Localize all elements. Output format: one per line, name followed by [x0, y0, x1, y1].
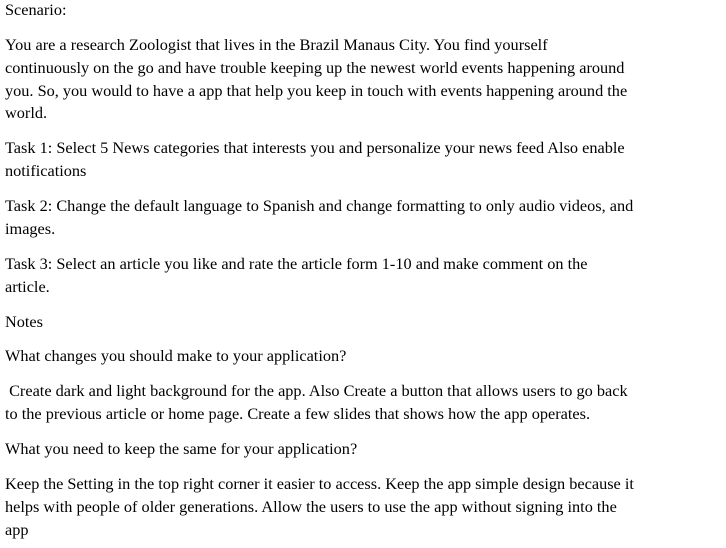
task1-line-2: notifications — [5, 161, 87, 180]
answer-keep-line-2: helps with people of older generations. … — [5, 497, 617, 516]
notes-label: Notes — [5, 312, 43, 331]
answer-changes-line-1: Create dark and light background for the… — [5, 381, 628, 400]
task3-line-2: article. — [5, 277, 50, 296]
question-keep: What you need to keep the same for your … — [5, 439, 358, 458]
scenario-heading: Scenario: — [5, 0, 67, 19]
task2-line-1: Task 2: Change the default language to S… — [5, 196, 634, 215]
scenario-line-2: continuously on the go and have trouble … — [5, 58, 625, 77]
answer-keep-line-1: Keep the Setting in the top right corner… — [5, 474, 634, 493]
answer-keep-line-3: app — [5, 520, 29, 539]
task3-line-1: Task 3: Select an article you like and r… — [5, 254, 588, 273]
task2-line-2: images. — [5, 219, 56, 238]
scenario-line-3: you. So, you would to have a app that he… — [5, 81, 628, 100]
question-changes: What changes you should make to your app… — [5, 346, 347, 365]
task1-line-1: Task 1: Select 5 News categories that in… — [5, 138, 625, 157]
scenario-line-4: world. — [5, 103, 48, 122]
scenario-line-1: You are a research Zoologist that lives … — [5, 35, 548, 54]
document-page: Scenario: You are a research Zoologist t… — [0, 0, 726, 548]
answer-changes-line-2: to the previous article or home page. Cr… — [5, 404, 591, 423]
